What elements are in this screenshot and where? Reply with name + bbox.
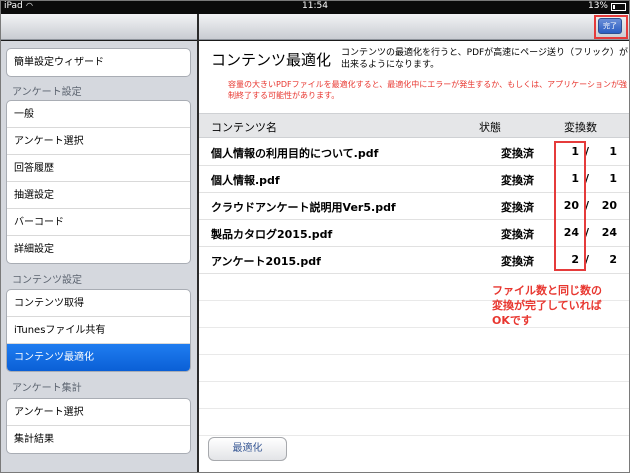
sidebar-navbar [0, 14, 197, 40]
empty-row [199, 409, 630, 436]
section-header-survey-settings: アンケート設定 [12, 87, 82, 98]
row-total-count: 20 [601, 199, 617, 212]
section-header-content-settings: コンテンツ設定 [12, 275, 82, 286]
sidebar-item-tally-results[interactable]: 集計結果 [7, 426, 190, 453]
content-settings-group: コンテンツ取得 iTunesファイル共有 コンテンツ最適化 [6, 289, 191, 372]
status-bar: iPad ◠ 11:54 13% [0, 0, 630, 14]
survey-tally-group: アンケート選択 集計結果 [6, 398, 191, 454]
clock: 11:54 [302, 1, 328, 11]
row-filename: 個人情報の利用目的について.pdf [211, 147, 379, 160]
row-filename: 製品カタログ2015.pdf [211, 228, 333, 241]
row-total-count: 2 [609, 253, 617, 266]
sidebar-item-survey-select[interactable]: アンケート選択 [7, 128, 190, 155]
row-filename: アンケート2015.pdf [211, 255, 321, 268]
section-header-survey-tally: アンケート集計 [12, 383, 82, 394]
row-total-count: 24 [601, 226, 617, 239]
sidebar-item-lottery[interactable]: 抽選設定 [7, 182, 190, 209]
row-total-count: 1 [609, 172, 617, 185]
annotation-line: ファイル数と同じ数の [492, 284, 602, 297]
sidebar-item-advanced[interactable]: 詳細設定 [7, 236, 190, 263]
sidebar-item-content-optimize[interactable]: コンテンツ最適化 [7, 344, 190, 371]
sidebar-item-tally-survey-select[interactable]: アンケート選択 [7, 399, 190, 426]
survey-settings-group: 一般 アンケート選択 回答履歴 抽選設定 バーコード 詳細設定 [6, 100, 191, 264]
row-status: 変換済 [501, 201, 534, 214]
empty-row [199, 382, 630, 409]
annotation-line: OKです [492, 314, 532, 327]
sidebar-item-answer-history[interactable]: 回答履歴 [7, 155, 190, 182]
sidebar-item-general[interactable]: 一般 [7, 101, 190, 128]
optimize-button[interactable]: 最適化 [208, 437, 287, 461]
row-status: 変換済 [501, 255, 534, 268]
empty-row [199, 328, 630, 355]
sidebar-item-wizard[interactable]: 簡単設定ウィザード [7, 49, 190, 76]
annotation-line: 変換が完了していれば [492, 299, 602, 312]
wizard-group: 簡単設定ウィザード [6, 48, 191, 77]
row-status: 変換済 [501, 174, 534, 187]
sidebar-item-itunes-sharing[interactable]: iTunesファイル共有 [7, 317, 190, 344]
row-total-count: 1 [609, 145, 617, 158]
empty-row [199, 355, 630, 382]
count-highlight-frame [554, 141, 586, 271]
sidebar: 簡単設定ウィザード アンケート設定 一般 アンケート選択 回答履歴 抽選設定 バ… [0, 41, 197, 473]
column-header-count: 変換数 [564, 121, 597, 134]
table-header: コンテンツ名 状態 変換数 [199, 113, 630, 138]
page-description: コンテンツの最適化を行うと、PDFが高速にページ送り（フリック）が出来るようにな… [341, 48, 628, 70]
sidebar-item-barcode[interactable]: バーコード [7, 209, 190, 236]
column-header-status: 状態 [479, 121, 501, 134]
row-status: 変換済 [501, 147, 534, 160]
row-filename: 個人情報.pdf [211, 174, 280, 187]
row-filename: クラウドアンケート説明用Ver5.pdf [211, 201, 396, 214]
done-highlight-frame [594, 15, 628, 39]
annotation-note: ファイル数と同じ数の 変換が完了していれば OKです [492, 283, 602, 328]
row-status: 変換済 [501, 228, 534, 241]
battery-percent: 13% [587, 1, 608, 11]
page-title: コンテンツ最適化 [211, 51, 332, 69]
column-header-name: コンテンツ名 [211, 121, 277, 134]
battery-icon [611, 3, 626, 11]
detail-navbar: 完了 [199, 14, 630, 40]
warning-text: 容量の大きいPDFファイルを最適化すると、最適化中にエラーが発生するか、もしくは… [228, 80, 627, 100]
sidebar-item-content-fetch[interactable]: コンテンツ取得 [7, 290, 190, 317]
